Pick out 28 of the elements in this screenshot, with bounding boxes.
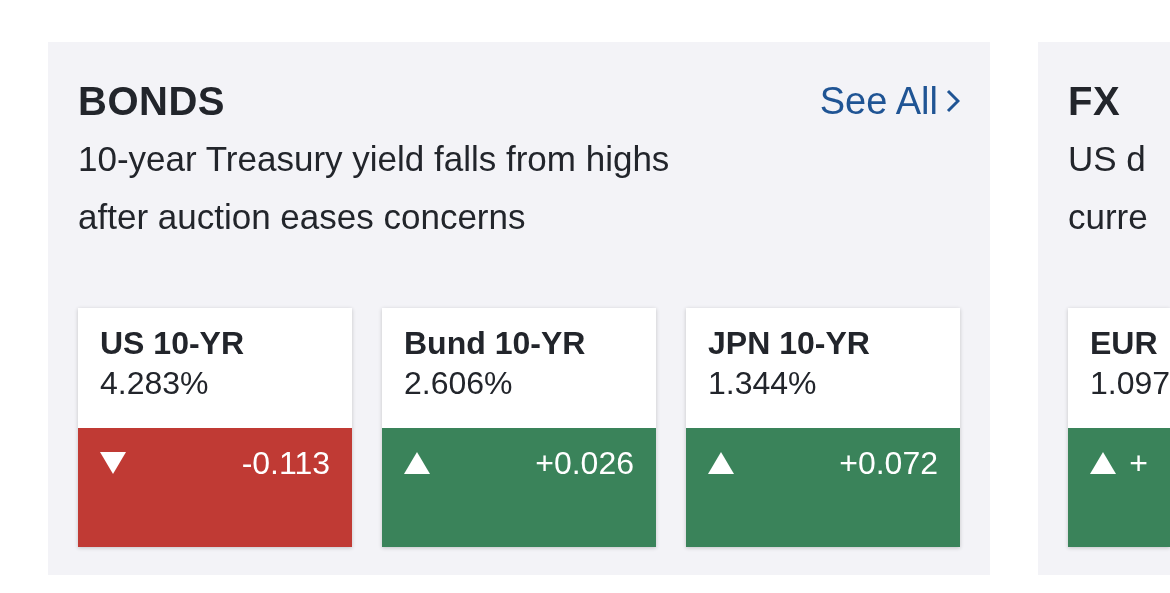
quote-name: US 10-YR (100, 324, 245, 363)
change-value: -0.113 (241, 446, 330, 480)
quote-price: 2.606% (404, 364, 513, 402)
quote-name: EUR (1090, 324, 1158, 363)
change-value: +0.072 (839, 446, 938, 480)
see-all-link[interactable]: See All (819, 72, 960, 130)
quote-card[interactable]: Bund 10-YR 2.606% +0.026 (382, 308, 656, 547)
quote-name: JPN 10-YR (708, 324, 870, 363)
headline-text[interactable]: after auction eases concerns (78, 188, 960, 246)
headline-text[interactable]: 10-year Treasury yield falls from highs (78, 130, 960, 188)
triangle-down-icon (100, 450, 126, 476)
chevron-right-icon (946, 89, 960, 113)
headline-text[interactable]: US d (1068, 130, 1170, 188)
quote-card[interactable]: EUR 1.097 + (1068, 308, 1170, 547)
section-title: FX (1068, 78, 1121, 125)
triangle-up-icon (708, 450, 734, 476)
quote-price: 4.283% (100, 364, 209, 402)
triangle-up-icon (404, 450, 430, 476)
headline-text[interactable]: curre (1068, 188, 1170, 246)
change-value: +0.026 (535, 446, 634, 480)
change-value: + (1129, 446, 1148, 480)
quote-card[interactable]: JPN 10-YR 1.344% +0.072 (686, 308, 960, 547)
triangle-up-icon (1090, 450, 1116, 476)
quote-card[interactable]: US 10-YR 4.283% -0.113 (78, 308, 352, 547)
quote-name: Bund 10-YR (404, 324, 586, 363)
quote-price: 1.344% (708, 364, 817, 402)
quote-price: 1.097 (1090, 364, 1170, 402)
section-title: BONDS (78, 78, 225, 125)
